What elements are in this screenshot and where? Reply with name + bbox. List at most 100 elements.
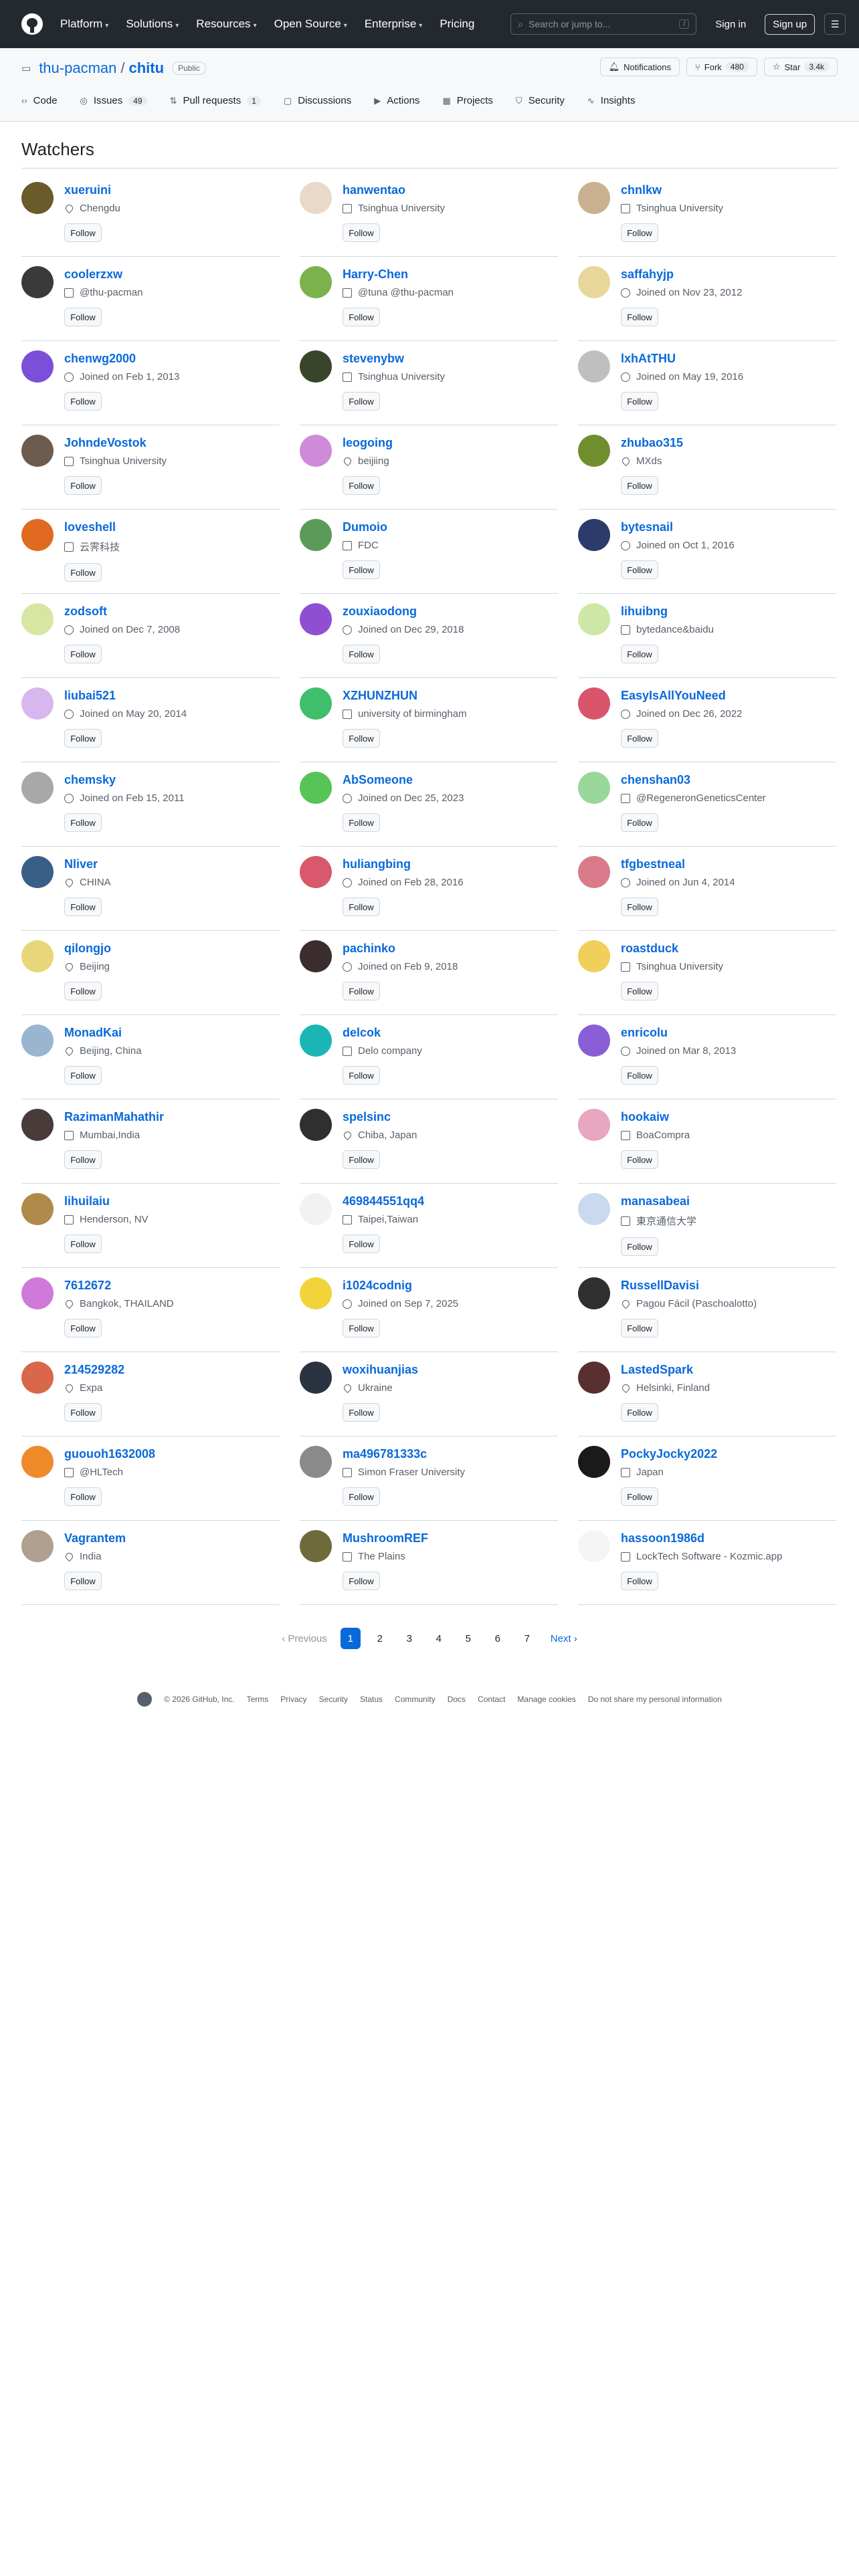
nav-pricing[interactable]: Pricing: [440, 17, 474, 31]
avatar[interactable]: [21, 772, 54, 804]
avatar[interactable]: [21, 1277, 54, 1309]
avatar[interactable]: [300, 687, 332, 720]
avatar[interactable]: [578, 1362, 610, 1394]
follow-button[interactable]: Follow: [64, 476, 102, 495]
avatar[interactable]: [578, 435, 610, 467]
watcher-username-link[interactable]: chenshan03: [621, 773, 766, 787]
avatar[interactable]: [300, 1109, 332, 1141]
avatar[interactable]: [21, 182, 54, 214]
follow-button[interactable]: Follow: [64, 813, 102, 832]
nav-enterprise[interactable]: Enterprise ▾: [365, 17, 423, 31]
follow-button[interactable]: Follow: [64, 729, 102, 748]
avatar[interactable]: [300, 1446, 332, 1478]
follow-button[interactable]: Follow: [64, 645, 102, 663]
follow-button[interactable]: Follow: [621, 897, 658, 916]
page-2-button[interactable]: 2: [370, 1628, 390, 1649]
avatar[interactable]: [578, 687, 610, 720]
next-page-button[interactable]: Next ›: [551, 1633, 577, 1644]
follow-button[interactable]: Follow: [64, 308, 102, 326]
avatar[interactable]: [21, 856, 54, 888]
avatar[interactable]: [21, 519, 54, 551]
avatar[interactable]: [300, 772, 332, 804]
avatar[interactable]: [300, 603, 332, 635]
page-6-button[interactable]: 6: [488, 1628, 508, 1649]
watcher-username-link[interactable]: coolerzxw: [64, 267, 142, 282]
footer-link-status[interactable]: Status: [360, 1695, 383, 1704]
avatar[interactable]: [21, 1530, 54, 1562]
avatar[interactable]: [578, 940, 610, 972]
watcher-username-link[interactable]: 214529282: [64, 1363, 124, 1377]
avatar[interactable]: [21, 1362, 54, 1394]
watcher-username-link[interactable]: tfgbestneal: [621, 857, 735, 871]
watcher-username-link[interactable]: manasabeai: [621, 1194, 696, 1208]
follow-button[interactable]: Follow: [343, 1235, 380, 1253]
watcher-username-link[interactable]: PockyJocky2022: [621, 1447, 717, 1461]
repo-name-link[interactable]: chitu: [129, 60, 165, 77]
follow-button[interactable]: Follow: [621, 1319, 658, 1337]
follow-button[interactable]: Follow: [64, 1572, 102, 1590]
watcher-username-link[interactable]: ma496781333c: [343, 1447, 465, 1461]
watcher-username-link[interactable]: zhubao315: [621, 436, 683, 450]
watcher-username-link[interactable]: hassoon1986d: [621, 1531, 782, 1545]
follow-button[interactable]: Follow: [343, 982, 380, 1000]
tab-pull-requests[interactable]: ⇅ Pull requests 1: [170, 95, 261, 106]
follow-button[interactable]: Follow: [64, 1403, 102, 1422]
github-logo-icon[interactable]: [21, 13, 43, 35]
follow-button[interactable]: Follow: [343, 813, 380, 832]
tab-issues[interactable]: ◎ Issues 49: [80, 95, 147, 106]
watcher-username-link[interactable]: hanwentao: [343, 183, 445, 197]
footer-link-do-not-share[interactable]: Do not share my personal information: [588, 1695, 722, 1704]
search-input[interactable]: ⌕ Search or jump to... /: [510, 13, 697, 35]
follow-button[interactable]: Follow: [343, 1403, 380, 1422]
follow-button[interactable]: Follow: [64, 897, 102, 916]
follow-button[interactable]: Follow: [343, 1487, 380, 1506]
follow-button[interactable]: Follow: [343, 392, 380, 411]
watcher-username-link[interactable]: enricolu: [621, 1026, 736, 1040]
avatar[interactable]: [21, 1446, 54, 1478]
watcher-username-link[interactable]: zodsoft: [64, 605, 180, 619]
avatar[interactable]: [21, 1193, 54, 1225]
watcher-username-link[interactable]: XZHUNZHUN: [343, 689, 467, 703]
avatar[interactable]: [578, 856, 610, 888]
watcher-username-link[interactable]: lxhAtTHU: [621, 352, 743, 366]
tab-projects[interactable]: ▦ Projects: [442, 95, 492, 106]
avatar[interactable]: [300, 1025, 332, 1057]
watcher-username-link[interactable]: LastedSpark: [621, 1363, 710, 1377]
sign-in-link[interactable]: Sign in: [715, 19, 746, 30]
page-3-button[interactable]: 3: [399, 1628, 419, 1649]
watcher-username-link[interactable]: MushroomREF: [343, 1531, 428, 1545]
watcher-username-link[interactable]: lihuibng: [621, 605, 714, 619]
watcher-username-link[interactable]: xueruini: [64, 183, 120, 197]
nav-resources[interactable]: Resources ▾: [196, 17, 256, 31]
follow-button[interactable]: Follow: [343, 308, 380, 326]
avatar[interactable]: [21, 1025, 54, 1057]
watcher-username-link[interactable]: bytesnail: [621, 520, 735, 534]
watcher-username-link[interactable]: huliangbing: [343, 857, 464, 871]
footer-link-community[interactable]: Community: [395, 1695, 436, 1704]
follow-button[interactable]: Follow: [64, 982, 102, 1000]
avatar[interactable]: [578, 1109, 610, 1141]
page-7-button[interactable]: 7: [517, 1628, 537, 1649]
avatar[interactable]: [300, 940, 332, 972]
avatar[interactable]: [300, 1530, 332, 1562]
footer-link-docs[interactable]: Docs: [448, 1695, 466, 1704]
watcher-username-link[interactable]: roastduck: [621, 942, 723, 956]
avatar[interactable]: [21, 1109, 54, 1141]
watcher-username-link[interactable]: qilongjo: [64, 942, 111, 956]
avatar[interactable]: [21, 435, 54, 467]
follow-button[interactable]: Follow: [64, 563, 102, 582]
tab-code[interactable]: ‹› Code: [21, 95, 58, 106]
follow-button[interactable]: Follow: [64, 1235, 102, 1253]
avatar[interactable]: [578, 1530, 610, 1562]
watcher-username-link[interactable]: spelsinc: [343, 1110, 417, 1124]
follow-button[interactable]: Follow: [621, 982, 658, 1000]
watcher-username-link[interactable]: delcok: [343, 1026, 422, 1040]
nav-platform[interactable]: Platform ▾: [60, 17, 108, 31]
avatar[interactable]: [21, 687, 54, 720]
watcher-username-link[interactable]: Harry-Chen: [343, 267, 454, 282]
watcher-username-link[interactable]: stevenybw: [343, 352, 445, 366]
follow-button[interactable]: Follow: [343, 1319, 380, 1337]
footer-link-contact[interactable]: Contact: [478, 1695, 505, 1704]
footer-link-security[interactable]: Security: [319, 1695, 348, 1704]
avatar[interactable]: [578, 1025, 610, 1057]
